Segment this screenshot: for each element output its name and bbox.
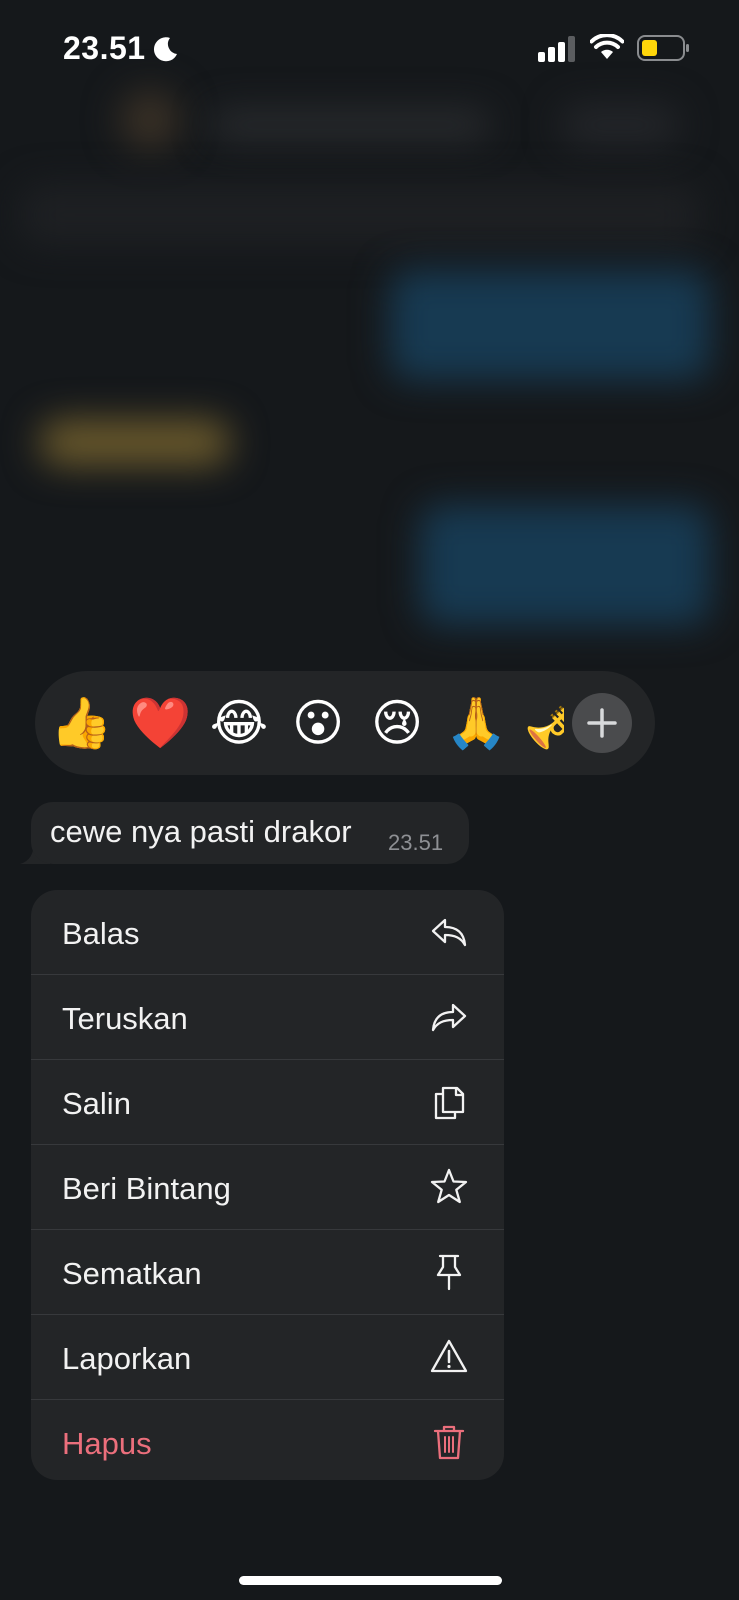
warning-icon xyxy=(430,1339,468,1373)
forward-icon xyxy=(431,1003,467,1032)
message-timestamp: 23.51 xyxy=(388,830,444,855)
reaction-surprised[interactable]: 😮 xyxy=(287,693,349,753)
battery-low-icon xyxy=(637,35,689,61)
blurred-outgoing-bubble-2 xyxy=(420,505,710,625)
moon-icon xyxy=(153,37,177,62)
reaction-thumbs-up[interactable]: 👍 xyxy=(50,693,112,753)
wifi-icon xyxy=(590,34,624,59)
home-indicator[interactable] xyxy=(239,1576,502,1585)
status-time: 23.51 xyxy=(63,30,146,66)
menu-item-label: Hapus xyxy=(62,1426,152,1461)
menu-item-label: Beri Bintang xyxy=(62,1171,231,1206)
blurred-header-actions xyxy=(560,105,680,145)
more-reactions-button[interactable] xyxy=(572,693,632,753)
menu-item-label: Balas xyxy=(62,916,140,951)
menu-item-report[interactable]: Laporkan xyxy=(31,1315,504,1399)
cellular-signal-icon xyxy=(538,36,575,62)
selected-message-bubble[interactable]: cewe nya pasti drakor 23.51 xyxy=(31,802,469,864)
menu-item-forward[interactable]: Teruskan xyxy=(31,975,504,1059)
reaction-heart[interactable]: ❤️ xyxy=(129,693,191,753)
blurred-outgoing-bubble xyxy=(390,270,710,380)
trash-icon xyxy=(433,1425,465,1460)
star-icon xyxy=(430,1168,468,1204)
copy-icon xyxy=(434,1086,465,1120)
blurred-header-title xyxy=(210,110,490,140)
menu-item-star[interactable]: Beri Bintang xyxy=(31,1145,504,1229)
reaction-laughing[interactable]: 😂 xyxy=(208,693,270,753)
menu-item-label: Salin xyxy=(62,1086,131,1121)
reaction-crying[interactable]: 😢 xyxy=(366,693,428,753)
menu-item-reply[interactable]: Balas xyxy=(31,890,504,974)
pin-icon xyxy=(436,1254,462,1291)
message-text: cewe nya pasti drakor xyxy=(50,814,352,849)
menu-item-label: Teruskan xyxy=(62,1001,188,1036)
blurred-incoming-bubble xyxy=(40,420,230,465)
reply-icon xyxy=(431,918,467,947)
plus-icon xyxy=(587,708,617,738)
menu-item-label: Sematkan xyxy=(62,1256,202,1291)
menu-item-copy[interactable]: Salin xyxy=(31,1060,504,1144)
blurred-pinned-bar xyxy=(20,185,700,245)
reaction-partial[interactable]: 🎺 xyxy=(524,693,564,753)
menu-item-delete[interactable]: Hapus xyxy=(31,1400,504,1480)
menu-item-label: Laporkan xyxy=(62,1341,192,1376)
reaction-picker: 👍 ❤️ 😂 😮 😢 🙏 🎺 xyxy=(35,671,655,775)
message-context-menu: Balas Teruskan Salin Beri Bintang Sematk… xyxy=(31,890,504,1480)
menu-item-pin[interactable]: Sematkan xyxy=(31,1230,504,1314)
reaction-praying[interactable]: 🙏 xyxy=(445,693,507,753)
status-bar: 23.51 xyxy=(0,0,739,100)
